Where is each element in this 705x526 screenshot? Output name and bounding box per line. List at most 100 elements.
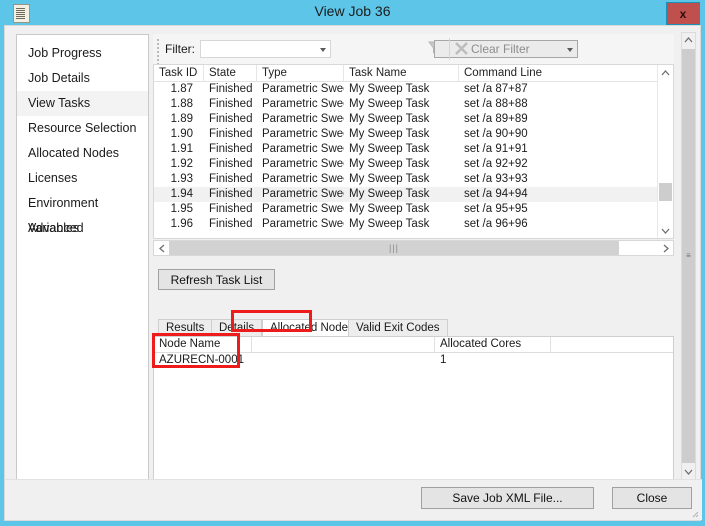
column-header-command-line[interactable]: Command Line: [459, 65, 657, 81]
cell-id: 1.96: [170, 218, 193, 230]
cell-cmd: set /a 96+96: [464, 218, 528, 230]
task-grid-horizontal-scrollbar[interactable]: |||: [153, 240, 674, 256]
detail-tabs: Results Details Allocated Nodes Valid Ex…: [153, 319, 674, 337]
allocated-nodes-grid: Node Name Allocated Cores AZURECN-0001 1: [153, 336, 674, 480]
cell-cmd: set /a 94+94: [464, 188, 528, 200]
cell-cmd: set /a 92+92: [464, 158, 528, 170]
cell-cmd: set /a 88+88: [464, 98, 528, 110]
scroll-down-icon[interactable]: [658, 223, 673, 238]
column-header-allocated-cores[interactable]: Allocated Cores: [435, 337, 551, 352]
dialog-vertical-scrollbar[interactable]: ≡: [681, 32, 696, 480]
scroll-up-icon[interactable]: [658, 65, 673, 80]
column-header-node-name[interactable]: Node Name: [154, 337, 252, 352]
cell-type: Parametric Sweep: [262, 218, 344, 230]
sidebar-item-allocated-nodes[interactable]: Allocated Nodes: [17, 141, 148, 166]
cell-id: 1.89: [170, 113, 193, 125]
tab-allocated-nodes[interactable]: Allocated Nodes: [262, 319, 362, 337]
scroll-thumb-grip: |||: [388, 243, 399, 253]
column-header-node-spacer[interactable]: [252, 337, 435, 352]
toolbar-grip[interactable]: [157, 39, 160, 65]
column-header-type[interactable]: Type: [257, 65, 344, 81]
list-item[interactable]: AZURECN-0001 1: [154, 353, 673, 368]
save-job-xml-button[interactable]: Save Job XML File...: [421, 487, 594, 509]
cell-type: Parametric Sweep: [262, 158, 344, 170]
tab-results[interactable]: Results: [158, 319, 213, 337]
filter-label: Filter:: [165, 42, 195, 56]
cell-cmd: set /a 90+90: [464, 128, 528, 140]
table-row[interactable]: 1.96 Finished Parametric Sweep My Sweep Tas…: [154, 217, 673, 232]
cell-tail: [551, 353, 659, 368]
sidebar-item-advanced[interactable]: Advanced: [17, 216, 148, 241]
table-row[interactable]: 1.87 Finished Parametric Sweep My Sweep Tas…: [154, 82, 673, 97]
scroll-left-icon[interactable]: [154, 241, 169, 255]
view-job-window: View Job 36 x Job Progress Job Details V…: [0, 0, 705, 526]
sidebar-item-environment-variables[interactable]: Environment Variables: [17, 191, 148, 235]
close-dialog-button[interactable]: Close: [612, 487, 692, 509]
cell-id: 1.95: [170, 203, 193, 215]
cell-state: Finished: [209, 98, 253, 110]
cell-type: Parametric Sweep: [262, 128, 344, 140]
cell-name: My Sweep Task: [349, 113, 430, 125]
sidebar-item-job-details[interactable]: Job Details: [17, 66, 148, 91]
cell-name: My Sweep Task: [349, 158, 430, 170]
window-title: View Job 36: [314, 3, 391, 19]
cell-id: 1.92: [170, 158, 193, 170]
cell-cmd: set /a 91+91: [464, 143, 528, 155]
table-row[interactable]: 1.91 Finished Parametric Sweep My Sweep Tas…: [154, 142, 673, 157]
sidebar-item-licenses[interactable]: Licenses: [17, 166, 148, 191]
clear-x-icon[interactable]: [455, 42, 468, 55]
task-grid: Task ID State Type Task Name Command Lin…: [153, 64, 674, 239]
column-header-task-id[interactable]: Task ID: [154, 65, 204, 81]
table-row[interactable]: 1.92 Finished Parametric Sweep My Sweep Tas…: [154, 157, 673, 172]
cell-id: 1.91: [170, 143, 193, 155]
table-row[interactable]: 1.90 Finished Parametric Sweep My Sweep Tas…: [154, 127, 673, 142]
cell-state: Finished: [209, 203, 253, 215]
dialog-scroll-thumb[interactable]: ≡: [682, 49, 695, 463]
cell-cmd: set /a 87+87: [464, 83, 528, 95]
refresh-task-list-button[interactable]: Refresh Task List: [158, 269, 275, 290]
sidebar-item-resource-selection[interactable]: Resource Selection: [17, 116, 148, 141]
column-header-node-tail[interactable]: [551, 337, 659, 352]
column-header-state[interactable]: State: [204, 65, 257, 81]
horizontal-scroll-thumb[interactable]: |||: [169, 241, 619, 255]
cell-cores: 1: [440, 354, 447, 366]
toolbar-divider: [449, 38, 450, 60]
cell-name: My Sweep Task: [349, 218, 430, 230]
cell-type: Parametric Sweep: [262, 173, 344, 185]
dialog-scroll-down-icon[interactable]: [682, 465, 695, 479]
cell-name: My Sweep Task: [349, 143, 430, 155]
chevron-down-icon: [320, 48, 326, 52]
resize-grip-icon[interactable]: [689, 508, 699, 518]
table-row[interactable]: 1.94 Finished Parametric Sweep My Sweep Tas…: [154, 187, 673, 202]
tab-details[interactable]: Details: [211, 319, 263, 337]
column-header-task-name[interactable]: Task Name: [344, 65, 459, 81]
cell-id: 1.93: [170, 173, 193, 185]
cell-node_name: AZURECN-0001: [159, 354, 244, 366]
clear-filter-button[interactable]: Clear Filter: [471, 42, 530, 56]
sidebar-nav: Job Progress Job Details View Tasks Reso…: [16, 34, 149, 480]
table-row[interactable]: 1.89 Finished Parametric Sweep My Sweep Tas…: [154, 112, 673, 127]
content-panel: Filter: Clear Filter Task ID State Type …: [153, 34, 674, 480]
table-row[interactable]: 1.95 Finished Parametric Sweep My Sweep Tas…: [154, 202, 673, 217]
dialog-scroll-up-icon[interactable]: [682, 33, 695, 47]
task-grid-header: Task ID State Type Task Name Command Lin…: [154, 65, 673, 82]
table-row[interactable]: 1.93 Finished Parametric Sweep My Sweep Tas…: [154, 172, 673, 187]
cell-state: Finished: [209, 158, 253, 170]
filter-field-select[interactable]: [200, 40, 331, 58]
cell-type: Parametric Sweep: [262, 83, 344, 95]
sidebar-item-view-tasks[interactable]: View Tasks: [17, 91, 148, 116]
tab-valid-exit-codes[interactable]: Valid Exit Codes: [348, 319, 448, 337]
cell-cmd: set /a 95+95: [464, 203, 528, 215]
cell-type: Parametric Sweep: [262, 188, 344, 200]
scroll-right-icon[interactable]: [658, 241, 673, 255]
dialog-thumb-grip: ≡: [686, 251, 691, 260]
cell-name: My Sweep Task: [349, 128, 430, 140]
task-grid-scroll-thumb[interactable]: [659, 183, 672, 201]
task-grid-vertical-scrollbar[interactable]: [657, 65, 673, 238]
cell-state: Finished: [209, 218, 253, 230]
table-row[interactable]: 1.88 Finished Parametric Sweep My Sweep Tas…: [154, 97, 673, 112]
sidebar-item-job-progress[interactable]: Job Progress: [17, 41, 148, 66]
cell-state: Finished: [209, 113, 253, 125]
close-window-button[interactable]: x: [666, 2, 700, 25]
cell-spacer: [252, 353, 435, 368]
